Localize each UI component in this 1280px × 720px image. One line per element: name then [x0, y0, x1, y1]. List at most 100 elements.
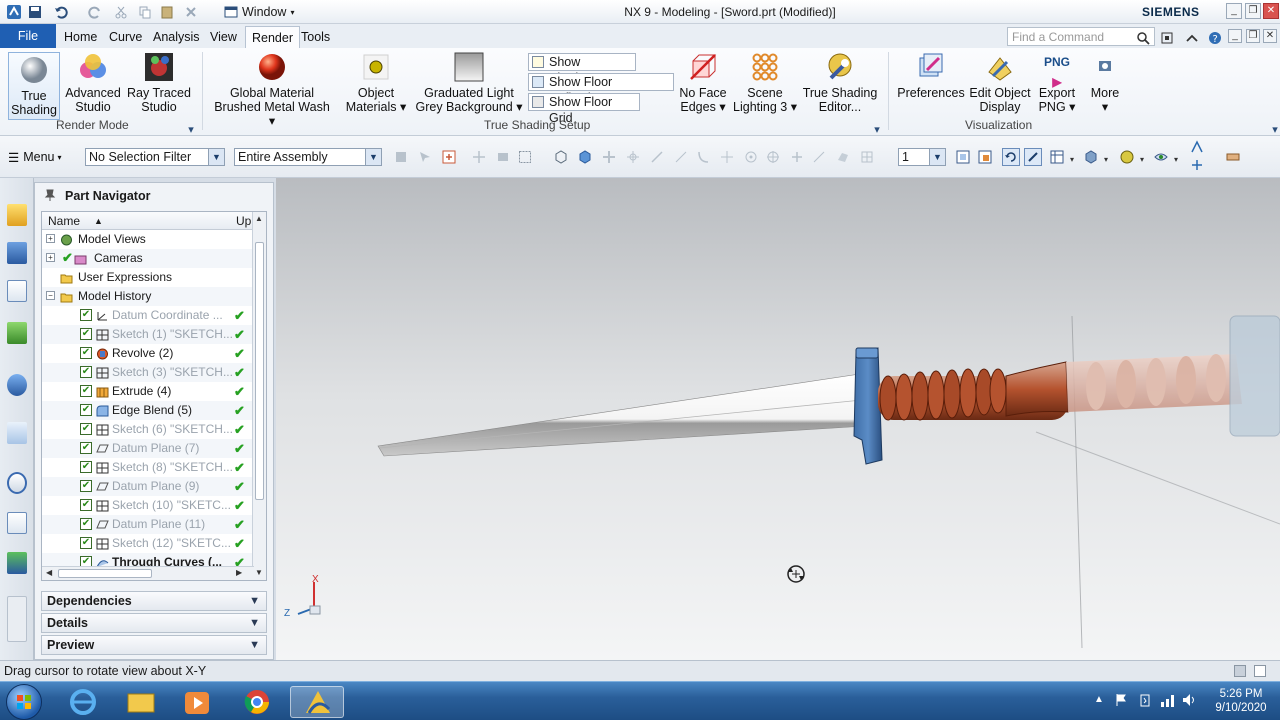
fullscreen-icon[interactable] [1160, 29, 1174, 47]
history-palette-icon[interactable] [7, 422, 27, 444]
tree-row-feature[interactable]: ✔ Sketch (1) "SKETCH... ✔ [42, 325, 254, 344]
tree-row-feature[interactable]: ✔ Revolve (2) ✔ [42, 344, 254, 363]
checkbox[interactable]: ✔ [80, 499, 92, 511]
search-icon[interactable] [1136, 29, 1150, 47]
tab-tools[interactable]: Tools [295, 26, 336, 48]
power-icon[interactable] [1138, 693, 1152, 707]
advanced-studio-button[interactable]: Advanced Studio [64, 52, 122, 114]
doc-close-button[interactable]: ✕ [1263, 29, 1277, 43]
network-icon[interactable] [1160, 693, 1176, 707]
tree-row-feature[interactable]: ✔ Sketch (12) "SKETC... ✔ [42, 534, 254, 553]
view-triad[interactable]: X Z [280, 574, 330, 626]
rectangle-select-icon[interactable] [518, 150, 532, 164]
global-material-button[interactable]: Global Material Brushed Metal Wash ▾ [210, 52, 334, 128]
internet-explorer-icon[interactable] [58, 686, 108, 718]
visibility-icon[interactable] [1154, 150, 1168, 164]
ray-traced-studio-button[interactable]: Ray Traced Studio [126, 52, 192, 114]
command-search-input[interactable]: Find a Command [1007, 27, 1155, 46]
tree-row-feature[interactable]: ✔ Datum Plane (11) ✔ [42, 515, 254, 534]
checkbox[interactable]: ✔ [80, 480, 92, 492]
checkbox[interactable]: ✔ [80, 404, 92, 416]
column-header-name[interactable]: Name ▲ [42, 212, 230, 230]
preferences-button[interactable]: Preferences [896, 52, 966, 100]
file-explorer-icon[interactable] [116, 686, 166, 718]
menu-button[interactable]: ☰ Menu ▾ [8, 148, 68, 166]
doc-restore-button[interactable]: ❐ [1246, 29, 1260, 43]
preview-panel-header[interactable]: Preview ▼ [41, 635, 267, 655]
paste-icon[interactable] [160, 3, 174, 21]
cube-shaded-icon[interactable] [578, 150, 592, 164]
redo-icon[interactable] [88, 3, 102, 21]
scroll-thumb[interactable] [255, 242, 264, 500]
tree-row-feature[interactable]: ✔ Sketch (3) "SKETCH... ✔ [42, 363, 254, 382]
chrome-icon[interactable] [232, 686, 282, 718]
status-icon[interactable] [1254, 665, 1266, 677]
edit-object-display-button[interactable]: Edit Object Display [966, 52, 1034, 114]
save-icon[interactable] [28, 3, 42, 21]
export-png-button[interactable]: PNG ▶ Export PNG ▾ [1036, 52, 1078, 114]
copy-icon[interactable] [138, 3, 152, 21]
tab-analysis[interactable]: Analysis [147, 26, 206, 48]
restore-button[interactable]: ❐ [1245, 3, 1261, 19]
show-floor-grid-toggle[interactable]: Show Floor Grid [528, 93, 640, 125]
expand-icon[interactable]: + [46, 253, 55, 262]
checkbox[interactable]: ✔ [80, 385, 92, 397]
tree-row-feature[interactable]: ✔ Edge Blend (5) ✔ [42, 401, 254, 420]
minimize-button[interactable]: _ [1226, 3, 1242, 19]
window-menu[interactable]: Window ▾ [242, 3, 306, 21]
cube-wire-icon[interactable] [554, 150, 568, 164]
show-shadows-toggle[interactable]: Show Shadows [528, 53, 636, 85]
tree-row-model-history[interactable]: − Model History [42, 287, 254, 306]
roles-icon[interactable] [7, 596, 27, 642]
cut-icon[interactable] [114, 3, 128, 21]
nx-logo-icon[interactable] [6, 3, 22, 21]
horizontal-scrollbar[interactable]: ◀ ▶ [42, 566, 254, 580]
checkbox[interactable]: ✔ [80, 461, 92, 473]
dependencies-panel-header[interactable]: Dependencies ▼ [41, 591, 267, 611]
show-hidden-icons[interactable]: ▲ [1094, 694, 1104, 705]
tree-row-model-views[interactable]: + Model Views [42, 230, 254, 249]
select-filter-icon[interactable] [442, 150, 456, 164]
center-icon[interactable] [744, 150, 758, 164]
tree-row-feature[interactable]: ✔ Extrude (4) ✔ [42, 382, 254, 401]
chevron-down-icon[interactable]: ▾ [1068, 150, 1076, 168]
tree-row-user-expressions[interactable]: User Expressions [42, 268, 254, 287]
tree-row-feature[interactable]: ✔ Datum Plane (7) ✔ [42, 439, 254, 458]
tree-row-feature[interactable]: ✔ Datum Coordinate ... ✔ [42, 306, 254, 325]
checkbox[interactable]: ✔ [80, 366, 92, 378]
snap-icon[interactable] [394, 150, 408, 164]
sword-guard[interactable] [853, 347, 883, 465]
tab-file[interactable]: File [0, 24, 56, 48]
vertical-scrollbar[interactable]: ▲ ▼ [252, 212, 266, 580]
system-scene-icon[interactable] [7, 552, 27, 574]
scroll-up-icon[interactable]: ▲ [255, 214, 263, 223]
true-shading-button[interactable]: True Shading [8, 52, 60, 120]
checkbox[interactable]: ✔ [80, 518, 92, 530]
help-icon[interactable]: ? [1208, 29, 1222, 47]
checkbox[interactable]: ✔ [80, 309, 92, 321]
chevron-down-icon[interactable]: ▾ [1102, 150, 1110, 168]
rotate-view-icon[interactable] [1002, 148, 1020, 166]
action-center-icon[interactable] [1114, 693, 1128, 707]
tab-view[interactable]: View [204, 26, 243, 48]
sword-model[interactable] [276, 178, 1280, 660]
face-edges-button[interactable]: No Face Edges ▾ [676, 52, 730, 114]
tree-row-feature[interactable]: ✔ Sketch (8) "SKETCH... ✔ [42, 458, 254, 477]
move-icon[interactable] [602, 150, 616, 164]
select-feature-icon[interactable] [418, 150, 432, 164]
status-icon[interactable] [1234, 665, 1246, 677]
orient-view-icon[interactable] [1084, 150, 1098, 164]
tab-home[interactable]: Home [58, 26, 103, 48]
doc-minimize-button[interactable]: _ [1228, 29, 1242, 43]
toolbar-options-icon[interactable] [1226, 150, 1240, 164]
background-color-icon[interactable] [1120, 150, 1134, 164]
background-button[interactable]: Graduated Light Grey Background ▾ [414, 52, 524, 114]
sword-grip[interactable] [878, 361, 1069, 421]
selection-filter-select[interactable]: No Selection Filter ▼ [85, 148, 225, 166]
line-icon[interactable] [650, 150, 664, 164]
start-button[interactable] [6, 684, 42, 720]
checkbox[interactable]: ✔ [80, 537, 92, 549]
system-clock[interactable]: 5:26 PM 9/10/2020 [1208, 687, 1274, 715]
tab-curve[interactable]: Curve [103, 26, 148, 48]
checkbox[interactable]: ✔ [80, 328, 92, 340]
